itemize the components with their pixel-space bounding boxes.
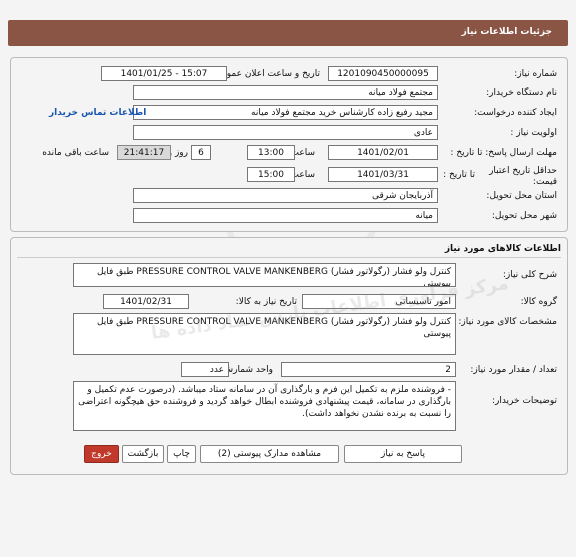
price-validity-label: حداقل تاریخ اعتبار قیمت: [489,166,557,187]
spec-label: مشخصات کالای مورد نیاز: [458,317,557,327]
page-title: جزئیات اطلاعات نیاز [461,27,552,37]
buyer-notes-field: - فروشنده ملزم به تکمیل این فرم و بارگذا… [73,381,456,431]
goods-group-label: گروه کالا: [520,297,557,307]
remaining-time-field: 21:41:17 [117,145,171,160]
days-field: 6 [191,145,211,160]
buyer-org-label: نام دستگاه خریدار: [486,88,557,98]
province-label: استان محل تحویل: [486,191,557,201]
unit-field: عدد [181,362,229,377]
buyer-contact-link[interactable]: اطلاعات تماس خریدار [49,108,146,118]
exit-button[interactable]: خروج [84,445,119,463]
buyer-org-field: مجتمع فولاد میانه [133,85,438,100]
section-divider [17,257,561,258]
summary-field: کنترل ولو فشار (رگولاتور فشار) PRESSURE … [73,263,456,287]
validity-time-field: 15:00 [247,167,295,182]
qty-label: تعداد / مقدار مورد نیاز: [470,365,557,375]
reply-to-need-button[interactable]: پاسخ به نیاز [344,445,462,463]
qty-field: 2 [281,362,456,377]
need-number-field: 1201090450000095 [328,66,438,81]
need-info-panel: شماره نیاز: 1201090450000095 تاریخ و ساع… [10,57,568,232]
goods-panel: اطلاعات کالاهای مورد نیاز شرح کلی نیاز: … [10,237,568,475]
province-field: آذربایجان شرقی [133,188,438,203]
priority-field: عادی [133,125,438,140]
priority-label: اولویت نیاز : [510,128,557,138]
remaining-time-label: ساعت باقی مانده [42,148,109,158]
goods-section-title: اطلاعات کالاهای مورد نیاز [444,244,561,254]
reply-date-field: 1401/02/01 [328,145,438,160]
reply-deadline-label: مهلت ارسال پاسخ: تا تاریخ : [450,148,557,158]
requester-label: ایجاد کننده درخواست: [474,108,557,118]
validity-to-date-label: تا تاریخ : [443,170,475,180]
validity-date-field: 1401/03/31 [328,167,438,182]
city-label: شهر محل تحویل: [491,211,557,221]
need-date-field: 1401/02/31 [103,294,189,309]
back-button[interactable]: بازگشت [122,445,164,463]
need-number-label: شماره نیاز: [514,69,557,79]
announce-datetime-label: تاریخ و ساعت اعلان عمومی: [211,69,320,79]
announce-datetime-field: 1401/01/25 - 15:07 [101,66,227,81]
print-button[interactable]: چاپ [167,445,196,463]
requester-field: مجید رفیع زاده کارشناس خرید مجتمع فولاد … [133,105,438,120]
page-header: جزئیات اطلاعات نیاز [8,20,568,46]
buyer-notes-label: توضیحات خریدار: [491,396,557,406]
reply-time-field: 13:00 [247,145,295,160]
view-attachments-button[interactable]: مشاهده مدارک پیوستی (2) [200,445,339,463]
summary-label: شرح کلی نیاز: [502,270,557,280]
city-field: میانه [133,208,438,223]
